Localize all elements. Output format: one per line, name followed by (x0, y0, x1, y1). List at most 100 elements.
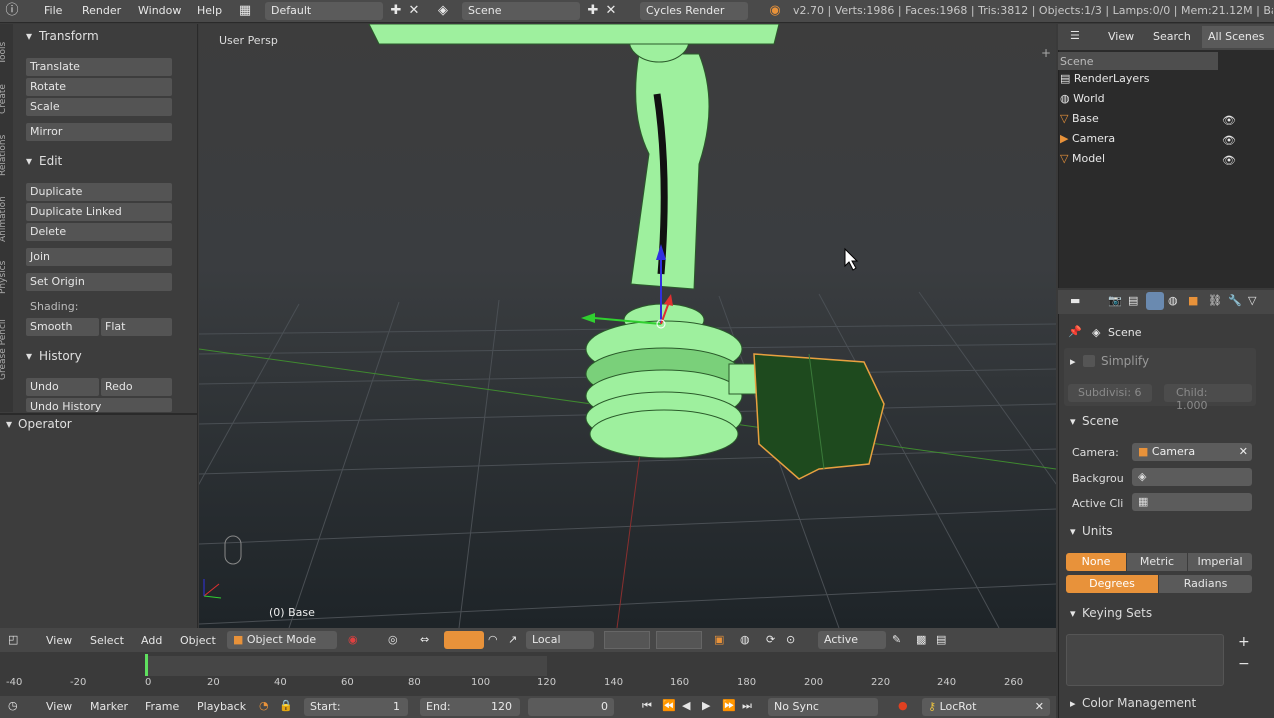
units-imperial-button[interactable]: Imperial (1188, 553, 1252, 571)
menu-help[interactable]: Help (197, 4, 222, 17)
scene-icon[interactable]: ◈ (435, 3, 451, 19)
object-tab-icon[interactable]: ■ (1188, 294, 1198, 307)
background-field[interactable]: ◈ (1132, 468, 1252, 486)
clear-keying-icon[interactable]: ✕ (1035, 700, 1044, 713)
smooth-button[interactable]: Smooth (26, 318, 99, 336)
add-menu[interactable]: Add (141, 634, 162, 647)
tab-physics[interactable]: Physics (0, 252, 14, 294)
translate-manipulator-button[interactable] (444, 631, 484, 649)
viewport-plus-icon[interactable]: + (1041, 46, 1051, 60)
scale-button[interactable]: Scale (26, 98, 172, 116)
simplify-title[interactable]: Simplify (1101, 354, 1149, 368)
viewport-scene[interactable] (199, 24, 1056, 628)
undo-button[interactable]: Undo (26, 378, 99, 396)
active-clip-field[interactable]: ▦ (1132, 493, 1252, 511)
operator-panel-title[interactable]: Operator (18, 417, 72, 431)
current-frame-marker[interactable] (145, 654, 148, 676)
tab-create[interactable]: Create (0, 74, 14, 114)
shading-mode-icon[interactable]: ◉ (348, 633, 358, 646)
frame-menu[interactable]: Frame (145, 700, 179, 713)
outliner-row-model[interactable]: ▽ Model (1060, 152, 1105, 172)
snap-icon[interactable]: ⟳ (766, 633, 775, 646)
rotate-button[interactable]: Rotate (26, 78, 172, 96)
units-none-button[interactable]: None (1066, 553, 1126, 571)
redo-button[interactable]: Redo (101, 378, 172, 396)
undo-history-button[interactable]: Undo History (26, 398, 172, 412)
layers-grid-1[interactable] (604, 631, 650, 649)
scale-manipulator-icon[interactable]: ↗ (508, 633, 517, 646)
outliner-row-camera[interactable]: ▶ Camera (1060, 132, 1115, 152)
visibility-eye-icon[interactable]: 👁 (1222, 114, 1236, 127)
layout-field[interactable]: Default (265, 2, 383, 20)
degrees-button[interactable]: Degrees (1066, 575, 1158, 593)
render-engine-select[interactable]: Cycles Render (640, 2, 748, 20)
marker-menu[interactable]: Marker (90, 700, 128, 713)
add-layout-icon[interactable]: ✚ (388, 3, 404, 19)
tab-animation[interactable]: Animation (0, 184, 14, 242)
preview-range-icon[interactable]: ◔ (259, 699, 269, 712)
next-keyframe-icon[interactable]: ⏩ (722, 699, 736, 712)
render-preview-icon[interactable]: ◍ (740, 633, 750, 646)
play-reverse-icon[interactable]: ◀ (682, 699, 690, 712)
timeline-view-menu[interactable]: View (46, 700, 72, 713)
outliner-editor-icon[interactable]: ☰ (1070, 29, 1080, 42)
world-tab-icon[interactable]: ◍ (1168, 294, 1178, 307)
menu-window[interactable]: Window (138, 4, 181, 17)
3d-viewport[interactable]: User Persp (0) Base + (199, 24, 1056, 628)
flat-button[interactable]: Flat (101, 318, 172, 336)
outliner-row-base[interactable]: ▽ Base (1060, 112, 1099, 132)
menu-render[interactable]: Render (82, 4, 121, 17)
properties-editor-icon[interactable]: ▬ (1070, 294, 1080, 307)
modifiers-tab-icon[interactable]: 🔧 (1228, 294, 1242, 307)
remove-keying-set-icon[interactable]: − (1238, 656, 1250, 672)
lock-layer-icon[interactable]: ▣ (714, 633, 724, 646)
simplify-arrow[interactable]: ▸ (1070, 355, 1076, 368)
layers-grid-2[interactable] (656, 631, 702, 649)
snap-align-icon[interactable]: ✎ (892, 633, 901, 646)
clear-camera-icon[interactable]: ✕ (1239, 445, 1248, 458)
rotate-manipulator-icon[interactable]: ◠ (488, 633, 498, 646)
proportional-icon[interactable]: ⊙ (786, 633, 795, 646)
tab-tools[interactable]: Tools (0, 32, 14, 64)
visibility-eye-icon[interactable]: 👁 (1222, 134, 1236, 147)
edit-panel-arrow[interactable]: ▾ (26, 154, 32, 168)
close-scene-icon[interactable]: ✕ (603, 3, 619, 19)
join-button[interactable]: Join (26, 248, 172, 266)
operator-panel-arrow[interactable]: ▾ (6, 417, 12, 431)
current-frame-field[interactable]: 0 (528, 698, 614, 716)
data-tab-icon[interactable]: ▽ (1248, 294, 1256, 307)
snap-target-select[interactable]: Active (818, 631, 886, 649)
select-menu[interactable]: Select (90, 634, 124, 647)
outliner-row-renderlayers[interactable]: ▤ RenderLayers (1060, 72, 1149, 92)
tab-relations[interactable]: Relations (0, 124, 14, 176)
keying-sets-list[interactable] (1066, 634, 1224, 686)
keying-sets-title[interactable]: Keying Sets (1082, 606, 1152, 620)
duplicate-button[interactable]: Duplicate (26, 183, 172, 201)
pivot-icon[interactable]: ◎ (388, 633, 398, 646)
lock-icon[interactable]: 🔒 (279, 699, 293, 712)
outliner-row-world[interactable]: ◍ World (1060, 92, 1105, 112)
menu-file[interactable]: File (44, 4, 62, 17)
info-icon[interactable]: ⓘ (4, 3, 20, 19)
record-icon[interactable]: ● (898, 699, 908, 712)
timeline-editor-icon[interactable]: ◷ (8, 699, 18, 712)
scene-panel-title[interactable]: Scene (1082, 414, 1119, 428)
history-panel-title[interactable]: History (39, 349, 82, 363)
jump-start-icon[interactable]: ⏮ (642, 699, 652, 713)
close-layout-icon[interactable]: ✕ (406, 3, 422, 19)
start-frame-field[interactable]: Start: 1 (304, 698, 408, 716)
sync-select[interactable]: No Sync (768, 698, 878, 716)
outliner-search-field[interactable]: Scene (1058, 52, 1218, 70)
camera-field[interactable]: ■ Camera ✕ (1132, 443, 1252, 461)
editor-type-icon[interactable]: ◰ (8, 633, 18, 646)
keying-sets-arrow[interactable]: ▾ (1070, 607, 1076, 620)
constraints-tab-icon[interactable]: ⛓ (1208, 294, 1222, 307)
object-menu[interactable]: Object (180, 634, 216, 647)
scene-panel-arrow[interactable]: ▾ (1070, 415, 1076, 428)
render-layers-tab-icon[interactable]: ▤ (1128, 294, 1138, 307)
outliner-view-menu[interactable]: View (1108, 30, 1134, 43)
pin-icon[interactable]: 📌 (1068, 325, 1082, 338)
view-menu[interactable]: View (46, 634, 72, 647)
color-management-arrow[interactable]: ▸ (1070, 697, 1076, 710)
render-anim-icon[interactable]: ▤ (936, 633, 946, 646)
